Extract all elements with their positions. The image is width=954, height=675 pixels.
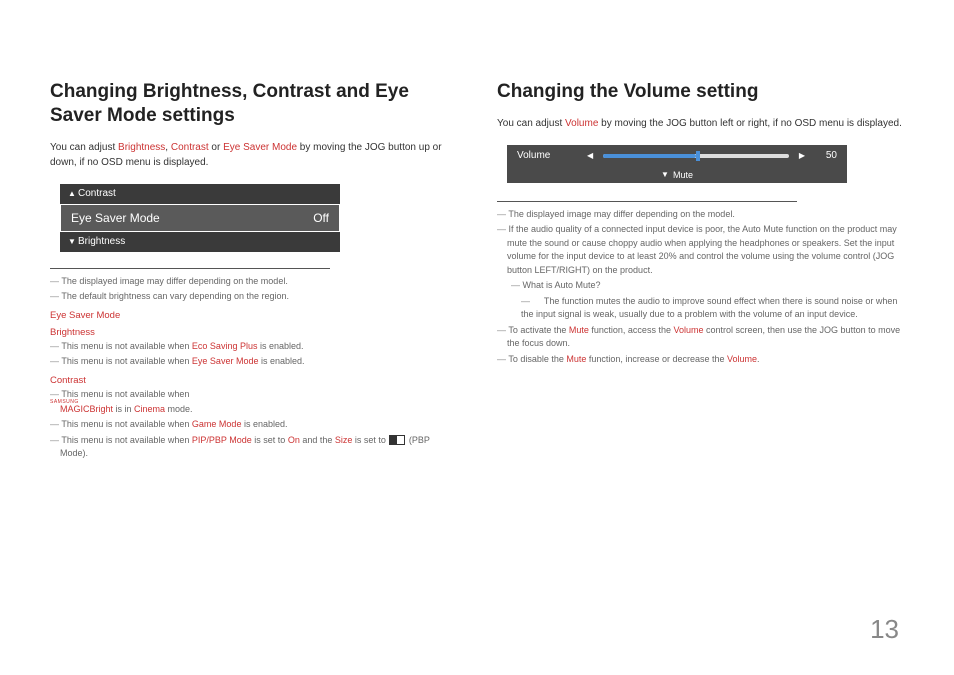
note-default-brightness: The default brightness can vary dependin… bbox=[50, 290, 457, 304]
text: This menu is not available when bbox=[61, 341, 192, 351]
chevron-down-icon: ▼ bbox=[68, 237, 78, 246]
keyword-cinema: Cinema bbox=[134, 404, 165, 414]
note-disable-mute: To disable the Mute function, increase o… bbox=[497, 353, 904, 367]
left-heading: Changing Brightness, Contrast and Eye Sa… bbox=[50, 80, 457, 128]
volume-osd: Volume ◀ ▶ 50 ▼ Mute bbox=[507, 145, 847, 183]
osd-row-contrast: ▲ Contrast bbox=[60, 184, 340, 204]
note-what-is-auto-mute: What is Auto Mute? bbox=[497, 279, 904, 293]
text: MAGICBright bbox=[60, 404, 113, 414]
mute-label: Mute bbox=[673, 170, 693, 180]
osd-contrast-label: Contrast bbox=[78, 188, 332, 199]
keyword-pip-pbp: PIP/PBP Mode bbox=[192, 435, 252, 445]
volume-row: Volume ◀ ▶ 50 bbox=[507, 145, 847, 167]
volume-slider-thumb bbox=[696, 151, 700, 161]
volume-label: Volume bbox=[517, 150, 577, 161]
subhead-brightness: Brightness bbox=[50, 327, 457, 338]
keyword-volume: Volume bbox=[565, 118, 598, 129]
text: To disable the bbox=[508, 354, 566, 364]
keyword-contrast: Contrast bbox=[171, 142, 209, 153]
osd-menu: ▲ Contrast Eye Saver Mode Off ▼ Brightne… bbox=[60, 184, 340, 252]
keyword-volume-3: Volume bbox=[727, 354, 757, 364]
keyword-mute-2: Mute bbox=[566, 354, 586, 364]
note-game-mode: This menu is not available when Game Mod… bbox=[50, 418, 457, 432]
text: This menu is not available when bbox=[61, 435, 192, 445]
osd-row-eye-saver: Eye Saver Mode Off bbox=[60, 204, 340, 232]
volume-slider bbox=[603, 154, 789, 158]
text: This menu is not available when bbox=[61, 419, 192, 429]
osd-main-value: Off bbox=[313, 211, 329, 225]
note-auto-mute-quality: If the audio quality of a connected inpu… bbox=[497, 223, 904, 277]
text: To activate the bbox=[508, 325, 569, 335]
chevron-down-icon: ▼ bbox=[661, 170, 669, 179]
pbp-icon bbox=[389, 435, 405, 445]
keyword-volume-2: Volume bbox=[673, 325, 703, 335]
divider bbox=[497, 201, 797, 202]
right-intro: You can adjust Volume by moving the JOG … bbox=[497, 116, 904, 131]
text: The function mutes the audio to improve … bbox=[521, 296, 897, 320]
text: SAMSUNG bbox=[60, 401, 457, 404]
right-heading: Changing the Volume setting bbox=[497, 80, 904, 104]
chevron-up-icon: ▲ bbox=[68, 189, 78, 198]
volume-slider-fill bbox=[603, 154, 696, 158]
note-activate-mute: To activate the Mute function, access th… bbox=[497, 324, 904, 351]
text: is in bbox=[113, 404, 134, 414]
left-intro: You can adjust Brightness, Contrast or E… bbox=[50, 140, 457, 170]
text: and the bbox=[300, 435, 335, 445]
text: You can adjust bbox=[50, 142, 118, 153]
osd-main-label: Eye Saver Mode bbox=[71, 211, 160, 225]
text: is enabled. bbox=[257, 341, 303, 351]
text: You can adjust bbox=[497, 118, 565, 129]
text: This menu is not available when bbox=[61, 389, 189, 399]
note-eco-saving: This menu is not available when Eco Savi… bbox=[50, 340, 457, 354]
text: function, access the bbox=[589, 325, 674, 335]
osd-row-brightness: ▼ Brightness bbox=[60, 232, 340, 252]
text: is set to bbox=[252, 435, 288, 445]
text: is enabled. bbox=[241, 419, 287, 429]
osd-brightness-label: Brightness bbox=[78, 236, 332, 247]
subhead-contrast: Contrast bbox=[50, 375, 457, 386]
keyword-game-mode: Game Mode bbox=[192, 419, 242, 429]
text: mode. bbox=[165, 404, 193, 414]
note-eye-saver-enabled: This menu is not available when Eye Save… bbox=[50, 355, 457, 369]
keyword-size: Size bbox=[335, 435, 353, 445]
subhead-eye-saver: Eye Saver Mode bbox=[50, 310, 457, 321]
arrow-left-icon: ◀ bbox=[587, 151, 593, 160]
note-auto-mute-desc: ― The function mutes the audio to improv… bbox=[497, 295, 904, 322]
page-number: 13 bbox=[870, 614, 899, 645]
note-magic-bright: This menu is not available when SAMSUNGM… bbox=[50, 388, 457, 417]
volume-value: 50 bbox=[815, 150, 837, 161]
text: . bbox=[757, 354, 760, 364]
text: or bbox=[209, 142, 223, 153]
keyword-on: On bbox=[288, 435, 300, 445]
text: is set to bbox=[352, 435, 388, 445]
left-column: Changing Brightness, Contrast and Eye Sa… bbox=[50, 80, 457, 463]
keyword-eye-saver: Eye Saver Mode bbox=[223, 142, 297, 153]
text: by moving the JOG button left or right, … bbox=[598, 118, 901, 129]
text: This menu is not available when bbox=[61, 356, 192, 366]
arrow-right-icon: ▶ bbox=[799, 151, 805, 160]
right-column: Changing the Volume setting You can adju… bbox=[497, 80, 904, 463]
note-pip-pbp: This menu is not available when PIP/PBP … bbox=[50, 434, 457, 461]
note-model-differ: The displayed image may differ depending… bbox=[50, 275, 457, 289]
mute-row: ▼ Mute bbox=[507, 167, 847, 183]
keyword-mute: Mute bbox=[569, 325, 589, 335]
divider bbox=[50, 268, 330, 269]
text: is enabled. bbox=[258, 356, 304, 366]
keyword-brightness: Brightness bbox=[118, 142, 165, 153]
keyword-eco-saving: Eco Saving Plus bbox=[192, 341, 258, 351]
note-model-differ-r: The displayed image may differ depending… bbox=[497, 208, 904, 222]
keyword-eye-saver-2: Eye Saver Mode bbox=[192, 356, 259, 366]
text: function, increase or decrease the bbox=[586, 354, 727, 364]
